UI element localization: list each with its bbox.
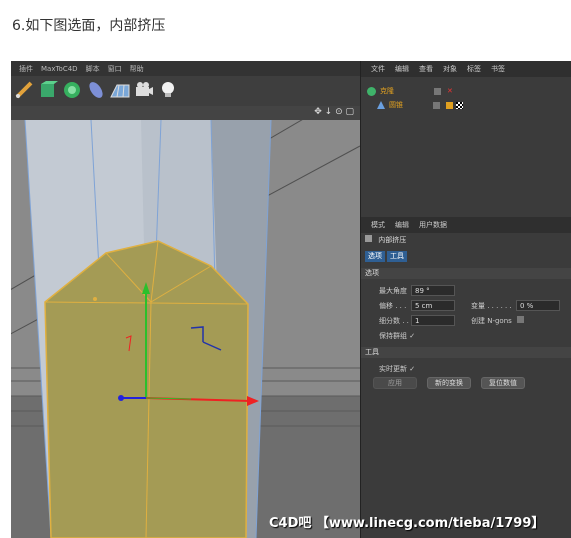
floor-grid-icon[interactable] bbox=[109, 79, 131, 101]
ngons-label: 创建 N-gons bbox=[471, 317, 512, 325]
tag-checkbox-icon bbox=[434, 87, 441, 95]
menu-maxtoc4d[interactable]: MaxToC4D bbox=[41, 65, 78, 73]
attr-menu-userdata[interactable]: 用户数据 bbox=[419, 220, 447, 230]
attribute-menu: 模式 编辑 用户数据 bbox=[361, 217, 571, 233]
cone-icon bbox=[377, 101, 385, 109]
variance-label: 变量 . . . . . . bbox=[471, 302, 512, 310]
object-manager-menu: 文件 编辑 查看 对象 标签 书签 bbox=[361, 61, 571, 77]
om-menu-objects[interactable]: 对象 bbox=[443, 64, 457, 74]
offset-label: 偏移 . . . bbox=[379, 302, 407, 310]
capsule-icon[interactable] bbox=[85, 79, 107, 101]
attribute-manager: 模式 编辑 用户数据 内部挤压 选项 工具 选项 最大角度 89 ° 偏移 . … bbox=[360, 211, 571, 538]
om-menu-view[interactable]: 查看 bbox=[419, 64, 433, 74]
menu-plugins[interactable]: 插件 bbox=[19, 64, 33, 74]
tool-section-header: 工具 bbox=[361, 347, 571, 358]
main-menu-bar: 插件 MaxToC4D 脚本 窗口 帮助 bbox=[11, 61, 360, 76]
om-menu-tags[interactable]: 标签 bbox=[467, 64, 481, 74]
object-manager: 文件 编辑 查看 对象 标签 书签 克隆 ✕ 圆锥 bbox=[360, 61, 571, 211]
realtime-update-label[interactable]: 实时更新 ✓ bbox=[379, 364, 415, 374]
om-menu-bookmarks[interactable]: 书签 bbox=[491, 64, 505, 74]
deformer-icon[interactable] bbox=[61, 79, 83, 101]
menu-window[interactable]: 窗口 bbox=[108, 64, 122, 74]
cloner-icon bbox=[367, 86, 376, 96]
keep-groups-label[interactable]: 保持群组 ✓ bbox=[379, 331, 415, 341]
tab-tool[interactable]: 工具 bbox=[387, 251, 407, 262]
pen-tool-icon[interactable] bbox=[13, 79, 35, 101]
object-row-cone[interactable]: 圆锥 bbox=[377, 99, 463, 111]
object-name: 克隆 bbox=[380, 87, 394, 95]
om-menu-file[interactable]: 文件 bbox=[371, 64, 385, 74]
material-tag-icon bbox=[446, 101, 453, 109]
toolbar bbox=[11, 76, 360, 106]
cinema4d-window: 插件 MaxToC4D 脚本 窗口 帮助 ✥ ↓ ⊙ ▢ 文件 编辑 查看 对象… bbox=[11, 61, 571, 538]
inner-extrude-icon bbox=[365, 235, 372, 242]
viewport-header: ✥ ↓ ⊙ ▢ bbox=[11, 106, 360, 120]
menu-script[interactable]: 脚本 bbox=[86, 64, 100, 74]
3d-viewport[interactable]: ✥ ↓ ⊙ ▢ bbox=[11, 106, 360, 538]
object-name: 圆锥 bbox=[389, 101, 403, 109]
cube-icon[interactable] bbox=[37, 79, 59, 101]
light-bulb-icon[interactable] bbox=[157, 79, 179, 101]
attr-menu-mode[interactable]: 模式 bbox=[371, 220, 385, 230]
attr-menu-edit[interactable]: 编辑 bbox=[395, 220, 409, 230]
options-section-header: 选项 bbox=[361, 268, 571, 279]
camera-icon[interactable] bbox=[133, 79, 155, 101]
subdivision-label: 细分数 . . bbox=[379, 317, 409, 325]
subdivision-field[interactable]: 1 bbox=[411, 315, 455, 326]
object-row-cloner[interactable]: 克隆 ✕ bbox=[367, 85, 453, 97]
viewport-nav-icons[interactable]: ✥ ↓ ⊙ ▢ bbox=[314, 107, 354, 117]
tab-options[interactable]: 选项 bbox=[365, 251, 385, 262]
offset-field[interactable]: 5 cm bbox=[411, 300, 455, 311]
max-angle-field[interactable]: 89 ° bbox=[411, 285, 455, 296]
caption-text: 6.如下图选面，内部挤压 bbox=[12, 18, 166, 34]
ngons-checkbox[interactable] bbox=[517, 316, 524, 323]
menu-help[interactable]: 帮助 bbox=[130, 64, 144, 74]
disabled-cross-icon: ✕ bbox=[447, 87, 453, 95]
new-transform-button[interactable]: 新的变换 bbox=[427, 377, 471, 389]
tool-title: 内部挤压 bbox=[365, 235, 406, 245]
reset-values-button[interactable]: 复位数值 bbox=[481, 377, 525, 389]
max-angle-label: 最大角度 bbox=[379, 287, 407, 295]
apply-button[interactable]: 应用 bbox=[373, 377, 417, 389]
tag-checkbox-icon bbox=[433, 101, 440, 109]
checker-tag-icon bbox=[456, 101, 463, 109]
variance-field[interactable]: 0 % bbox=[516, 300, 560, 311]
watermark-text: C4D吧 【www.linecg.com/tieba/1799】 bbox=[269, 516, 545, 531]
om-menu-edit[interactable]: 编辑 bbox=[395, 64, 409, 74]
